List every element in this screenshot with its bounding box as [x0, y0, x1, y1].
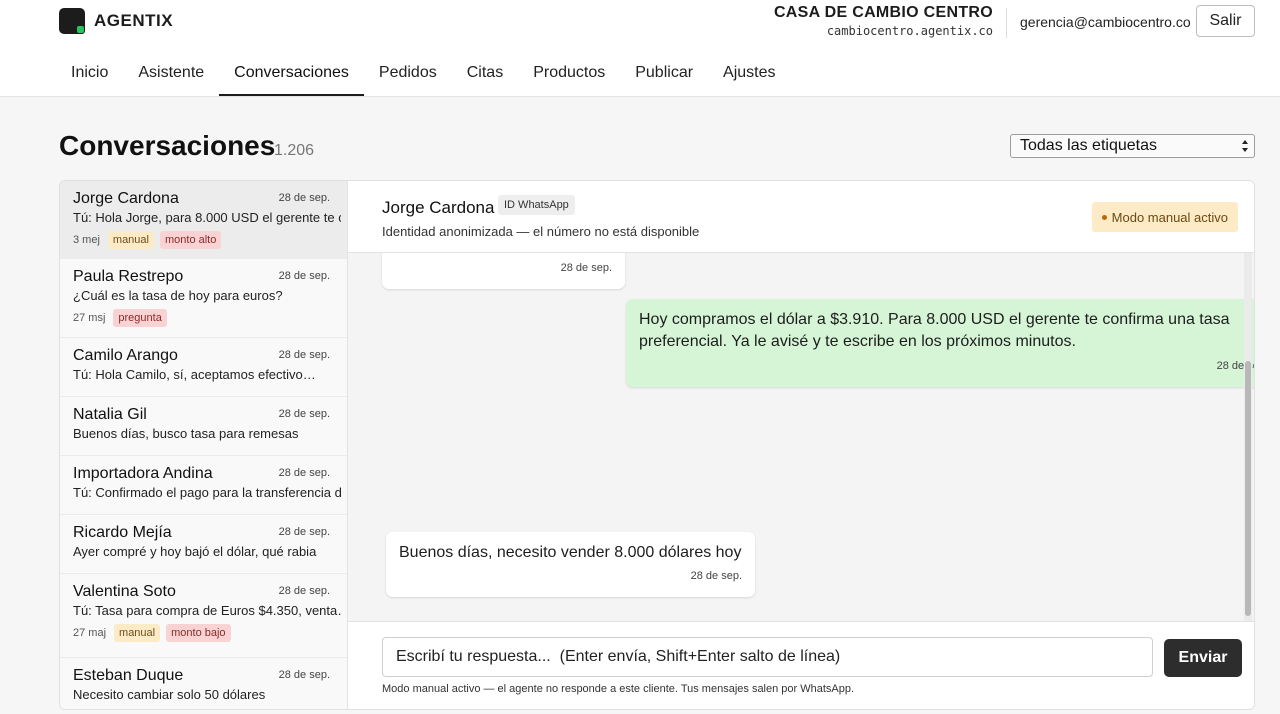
conversation-item[interactable]: Importadora Andina 28 de sep. Tú: Confir… [60, 456, 347, 515]
message-count: 3 mej [73, 234, 100, 246]
nav-tab-citas[interactable]: Citas [452, 54, 518, 96]
contact-name: Jorge Cardona [382, 198, 495, 217]
conversation-item[interactable]: Camilo Arango 28 de sep. Tú: Hola Camilo… [60, 338, 347, 397]
nav-tab-ajustes[interactable]: Ajustes [708, 54, 790, 96]
message-count: 27 maj [73, 627, 107, 639]
status-dot-icon [1101, 214, 1107, 220]
nav-tab-asistente[interactable]: Asistente [123, 54, 219, 96]
conversation-date: 28 de sep. [278, 467, 330, 479]
send-button[interactable]: Enviar [1164, 639, 1242, 677]
main-nav: Inicio Asistente Conversaciones Pedidos … [56, 54, 791, 96]
chat-header: Jorge Cardona ID WhatsApp Identidad anon… [348, 181, 1254, 253]
conversation-item[interactable]: Paula Restrepo 28 de sep. ¿Cuál es la ta… [60, 259, 347, 338]
conversation-list: Jorge Cardona 28 de sep. Tú: Hola Jorge,… [60, 181, 348, 709]
tag-badge: monto bajo [166, 624, 231, 642]
conversation-item[interactable]: Jorge Cardona 28 de sep. Tú: Hola Jorge,… [60, 181, 347, 259]
conversation-date: 28 de sep. [278, 349, 330, 361]
message-text: Buenos días, necesito vender 8.000 dólar… [399, 544, 742, 561]
conversation-date: 28 de sep. [278, 408, 330, 420]
tag-badge: manual [114, 624, 161, 642]
conversation-preview: Tú: Confirmado el pago para la transfere… [73, 485, 341, 500]
message-time: 28 de sep. [690, 570, 742, 582]
conversation-name: Valentina Soto [73, 583, 176, 600]
manual-mode-label: Modo manual activo [1111, 209, 1228, 225]
nav-tab-inicio[interactable]: Inicio [56, 54, 123, 96]
conversation-meta: 27 maj manual monto bajo [73, 624, 231, 642]
conversation-date: 28 de sep. [278, 585, 330, 597]
message-count: 27 msj [73, 312, 106, 324]
tag-badge: monto alto [159, 231, 222, 249]
tag-filter-select[interactable]: Todas las etiquetas [1010, 134, 1255, 158]
conversation-preview: Ayer compré y hoy bajó el dólar, qué rab… [73, 544, 317, 559]
business-domain: cambiocentro.agentix.co [826, 24, 993, 38]
header-divider [1006, 8, 1007, 38]
reply-composer: Enviar Modo manual activo — el agente no… [348, 621, 1254, 709]
message-scrollbar[interactable] [1244, 253, 1252, 621]
user-email: gerencia@cambiocentro.co [1020, 14, 1191, 30]
manual-mode-badge: Modo manual activo [1091, 202, 1238, 232]
nav-tab-pedidos[interactable]: Pedidos [364, 54, 452, 96]
conversation-meta: 3 mej manual monto alto [73, 231, 222, 249]
page-title: Conversaciones [59, 130, 276, 161]
tag-filter-value: Todas las etiquetas [1020, 137, 1157, 154]
conversation-name: Paula Restrepo [73, 268, 184, 285]
nav-tab-publicar[interactable]: Publicar [620, 54, 708, 96]
scrollbar-thumb[interactable] [1245, 361, 1251, 616]
conversations-panel: Jorge Cardona 28 de sep. Tú: Hola Jorge,… [59, 180, 1255, 710]
conversation-date: 28 de sep. [278, 192, 330, 204]
conversation-meta: 27 msj pregunta [73, 309, 167, 327]
message-bubble-incoming: 28 de sep. [382, 253, 625, 289]
manual-mode-note: Modo manual activo — el agente no respon… [382, 683, 855, 695]
conversation-name: Jorge Cardona [73, 190, 179, 207]
conversation-preview: Tú: Hola Jorge, para 8.000 USD el gerent… [73, 210, 341, 225]
message-time: 28 de sep. [560, 262, 612, 274]
conversation-date: 28 de sep. [278, 270, 330, 282]
conversation-date: 28 de sep. [278, 669, 330, 681]
reply-input[interactable] [382, 637, 1153, 677]
agentix-logo-icon [59, 8, 85, 34]
conversation-item[interactable]: Esteban Duque 28 de sep. Necesito cambia… [60, 658, 347, 709]
business-name: CASA DE CAMBIO CENTRO [773, 4, 993, 21]
message-text: Hoy compramos el dólar a $3.910. Para 8.… [639, 311, 1230, 350]
conversation-preview: Tú: Hola Camilo, sí, aceptamos efectivo… [73, 367, 316, 382]
conversation-name: Natalia Gil [73, 406, 147, 423]
conversation-preview: Buenos días, busco tasa para remesas [73, 426, 299, 441]
conversation-date: 28 de sep. [278, 526, 330, 538]
message-thread[interactable]: 28 de sep. Hoy compramos el dólar a $3.9… [348, 253, 1254, 621]
whatsapp-id-badge: ID WhatsApp [498, 195, 575, 215]
logout-button[interactable]: Salir [1196, 5, 1255, 37]
conversation-item[interactable]: Natalia Gil 28 de sep. Buenos días, busc… [60, 397, 347, 456]
conversation-name: Importadora Andina [73, 465, 213, 482]
select-arrows-icon [1242, 140, 1248, 152]
message-bubble-outgoing: Hoy compramos el dólar a $3.910. Para 8.… [626, 299, 1254, 387]
tag-badge: pregunta [113, 309, 167, 327]
identity-note: Identidad anonimizada — el número no est… [382, 224, 700, 239]
message-bubble-incoming: Buenos días, necesito vender 8.000 dólar… [386, 532, 755, 597]
conversation-name: Esteban Duque [73, 667, 184, 684]
chat-pane: Jorge Cardona ID WhatsApp Identidad anon… [348, 181, 1254, 709]
conversation-name: Ricardo Mejía [73, 524, 172, 541]
conversation-item[interactable]: Ricardo Mejía 28 de sep. Ayer compré y h… [60, 515, 347, 574]
conversation-preview: Necesito cambiar solo 50 dólares [73, 687, 266, 702]
tag-badge: manual [107, 231, 154, 249]
app-header: AGENTIX CASA DE CAMBIO CENTRO cambiocent… [0, 0, 1280, 97]
nav-tab-productos[interactable]: Productos [518, 54, 620, 96]
conversation-name: Camilo Arango [73, 347, 178, 364]
nav-tab-conversaciones[interactable]: Conversaciones [219, 54, 364, 96]
conversation-count: 1.206 [274, 142, 315, 159]
conversation-preview: ¿Cuál es la tasa de hoy para euros? [73, 288, 283, 303]
conversation-item[interactable]: Valentina Soto 28 de sep. Tú: Tasa para … [60, 574, 347, 658]
conversation-preview: Tú: Tasa para compra de Euros $4.350, ve… [73, 603, 341, 618]
brand-name: AGENTIX [94, 11, 174, 30]
